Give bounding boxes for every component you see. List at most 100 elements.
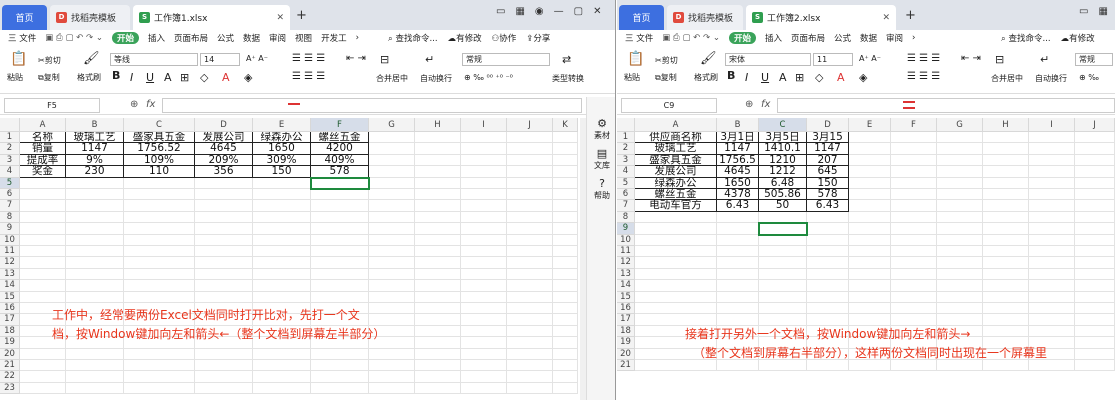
layout-icon[interactable]: ▭ <box>1079 6 1088 17</box>
selected-cell[interactable] <box>310 176 370 190</box>
row-header-16[interactable]: 16 <box>617 303 635 315</box>
cut-button[interactable]: ✂剪切 <box>655 55 678 66</box>
row-header-7[interactable]: 7 <box>0 200 20 212</box>
table-cell[interactable] <box>461 211 507 224</box>
border-icon[interactable]: ⊞ <box>180 71 189 84</box>
table-cell[interactable] <box>849 143 891 155</box>
row-header-6[interactable]: 6 <box>0 189 20 201</box>
search-command[interactable]: ⌕ 查找命令... <box>1001 32 1051 44</box>
table-cell[interactable] <box>937 177 983 189</box>
maximize-icon[interactable]: ▢ <box>574 6 583 17</box>
fill-icon[interactable]: ◇ <box>200 71 208 84</box>
table-cell[interactable]: 150 <box>253 166 311 178</box>
table-cell[interactable] <box>553 177 578 189</box>
table-cell[interactable] <box>759 257 807 269</box>
row-header-21[interactable]: 21 <box>0 360 20 372</box>
more-icon[interactable]: › <box>356 33 359 43</box>
table-cell[interactable] <box>415 154 461 167</box>
table-cell[interactable] <box>369 143 415 155</box>
table-cell[interactable]: 玻璃工艺 <box>635 143 717 155</box>
column-header-C[interactable]: C <box>124 118 195 132</box>
menu-start[interactable]: 开始 <box>728 31 756 44</box>
table-cell[interactable] <box>461 291 507 303</box>
table-cell[interactable] <box>891 291 937 303</box>
table-cell[interactable] <box>507 246 553 258</box>
table-cell[interactable] <box>253 348 311 360</box>
new-tab-icon[interactable]: + <box>905 8 916 23</box>
column-header-D[interactable]: D <box>195 118 253 132</box>
table-cell[interactable]: 4645 <box>717 166 759 178</box>
table-cell[interactable]: 356 <box>195 166 253 178</box>
menu-insert[interactable]: 插入 <box>148 32 165 44</box>
table-cell[interactable]: 50 <box>759 200 807 212</box>
table-cell[interactable] <box>195 348 253 360</box>
column-header-J[interactable]: J <box>507 118 553 132</box>
column-header-B[interactable]: B <box>717 118 759 132</box>
table-cell[interactable] <box>553 291 578 303</box>
number-format-select[interactable]: 常规 <box>1075 53 1113 66</box>
table-cell[interactable] <box>983 143 1029 155</box>
tab-template[interactable]: D 找稻壳模板 <box>667 5 743 30</box>
type-convert-icon[interactable]: ⇄ <box>562 53 571 66</box>
table-cell[interactable] <box>369 189 415 201</box>
table-cell[interactable]: 9% <box>66 154 124 167</box>
table-cell[interactable] <box>1029 154 1075 167</box>
table-cell[interactable] <box>849 154 891 167</box>
table-cell[interactable] <box>369 246 415 258</box>
table-cell[interactable]: 1210 <box>759 154 807 167</box>
table-cell[interactable] <box>415 382 461 395</box>
table-cell[interactable] <box>20 280 66 292</box>
table-cell[interactable] <box>415 166 461 178</box>
underline-icon[interactable]: U <box>761 71 769 84</box>
table-cell[interactable] <box>759 234 807 246</box>
table-cell[interactable] <box>983 280 1029 292</box>
table-cell[interactable] <box>553 280 578 292</box>
table-cell[interactable] <box>983 200 1029 212</box>
table-cell[interactable] <box>1075 337 1115 349</box>
table-cell[interactable] <box>507 143 553 155</box>
tab-template[interactable]: D 找稻壳模板 <box>50 5 130 30</box>
table-cell[interactable]: 盛家具五金 <box>124 132 195 144</box>
column-header-K[interactable]: K <box>553 118 578 132</box>
table-cell[interactable] <box>66 177 124 189</box>
row-header-10[interactable]: 10 <box>617 234 635 246</box>
font-select[interactable]: 等线 <box>110 53 198 66</box>
table-cell[interactable] <box>1075 132 1115 144</box>
table-cell[interactable] <box>553 246 578 258</box>
close-icon[interactable]: ✕ <box>593 6 601 17</box>
table-cell[interactable] <box>507 211 553 224</box>
wrap-button[interactable]: 自动换行 <box>420 73 452 84</box>
table-cell[interactable] <box>891 246 937 258</box>
table-cell[interactable] <box>849 223 891 235</box>
table-cell[interactable] <box>415 360 461 372</box>
table-cell[interactable] <box>507 325 553 338</box>
table-cell[interactable] <box>759 291 807 303</box>
table-cell[interactable] <box>415 325 461 338</box>
table-cell[interactable]: 3月15 <box>807 132 849 144</box>
table-cell[interactable] <box>461 371 507 383</box>
table-cell[interactable] <box>635 303 717 315</box>
paste-icon[interactable]: 📋 <box>10 51 27 67</box>
table-cell[interactable]: 1410.1 <box>759 143 807 155</box>
table-cell[interactable] <box>937 246 983 258</box>
table-cell[interactable] <box>717 291 759 303</box>
table-cell[interactable] <box>807 246 849 258</box>
table-cell[interactable] <box>937 166 983 178</box>
paste-button[interactable]: 粘贴 <box>624 72 640 83</box>
menu-review[interactable]: 审阅 <box>886 32 903 44</box>
table-cell[interactable] <box>461 154 507 167</box>
table-cell[interactable] <box>891 166 937 178</box>
table-cell[interactable] <box>507 314 553 326</box>
table-cell[interactable] <box>553 234 578 246</box>
row-header-19[interactable]: 19 <box>0 337 20 349</box>
table-cell[interactable] <box>124 268 195 281</box>
brush-icon[interactable]: 🖌 <box>83 51 100 66</box>
column-header-D[interactable]: D <box>807 118 849 132</box>
table-cell[interactable] <box>553 200 578 212</box>
table-cell[interactable] <box>415 234 461 246</box>
table-cell[interactable] <box>124 200 195 212</box>
table-cell[interactable] <box>415 303 461 315</box>
table-cell[interactable]: 505.86 <box>759 189 807 201</box>
table-cell[interactable] <box>1029 132 1075 144</box>
format-painter-button[interactable]: 格式刷 <box>694 72 718 83</box>
